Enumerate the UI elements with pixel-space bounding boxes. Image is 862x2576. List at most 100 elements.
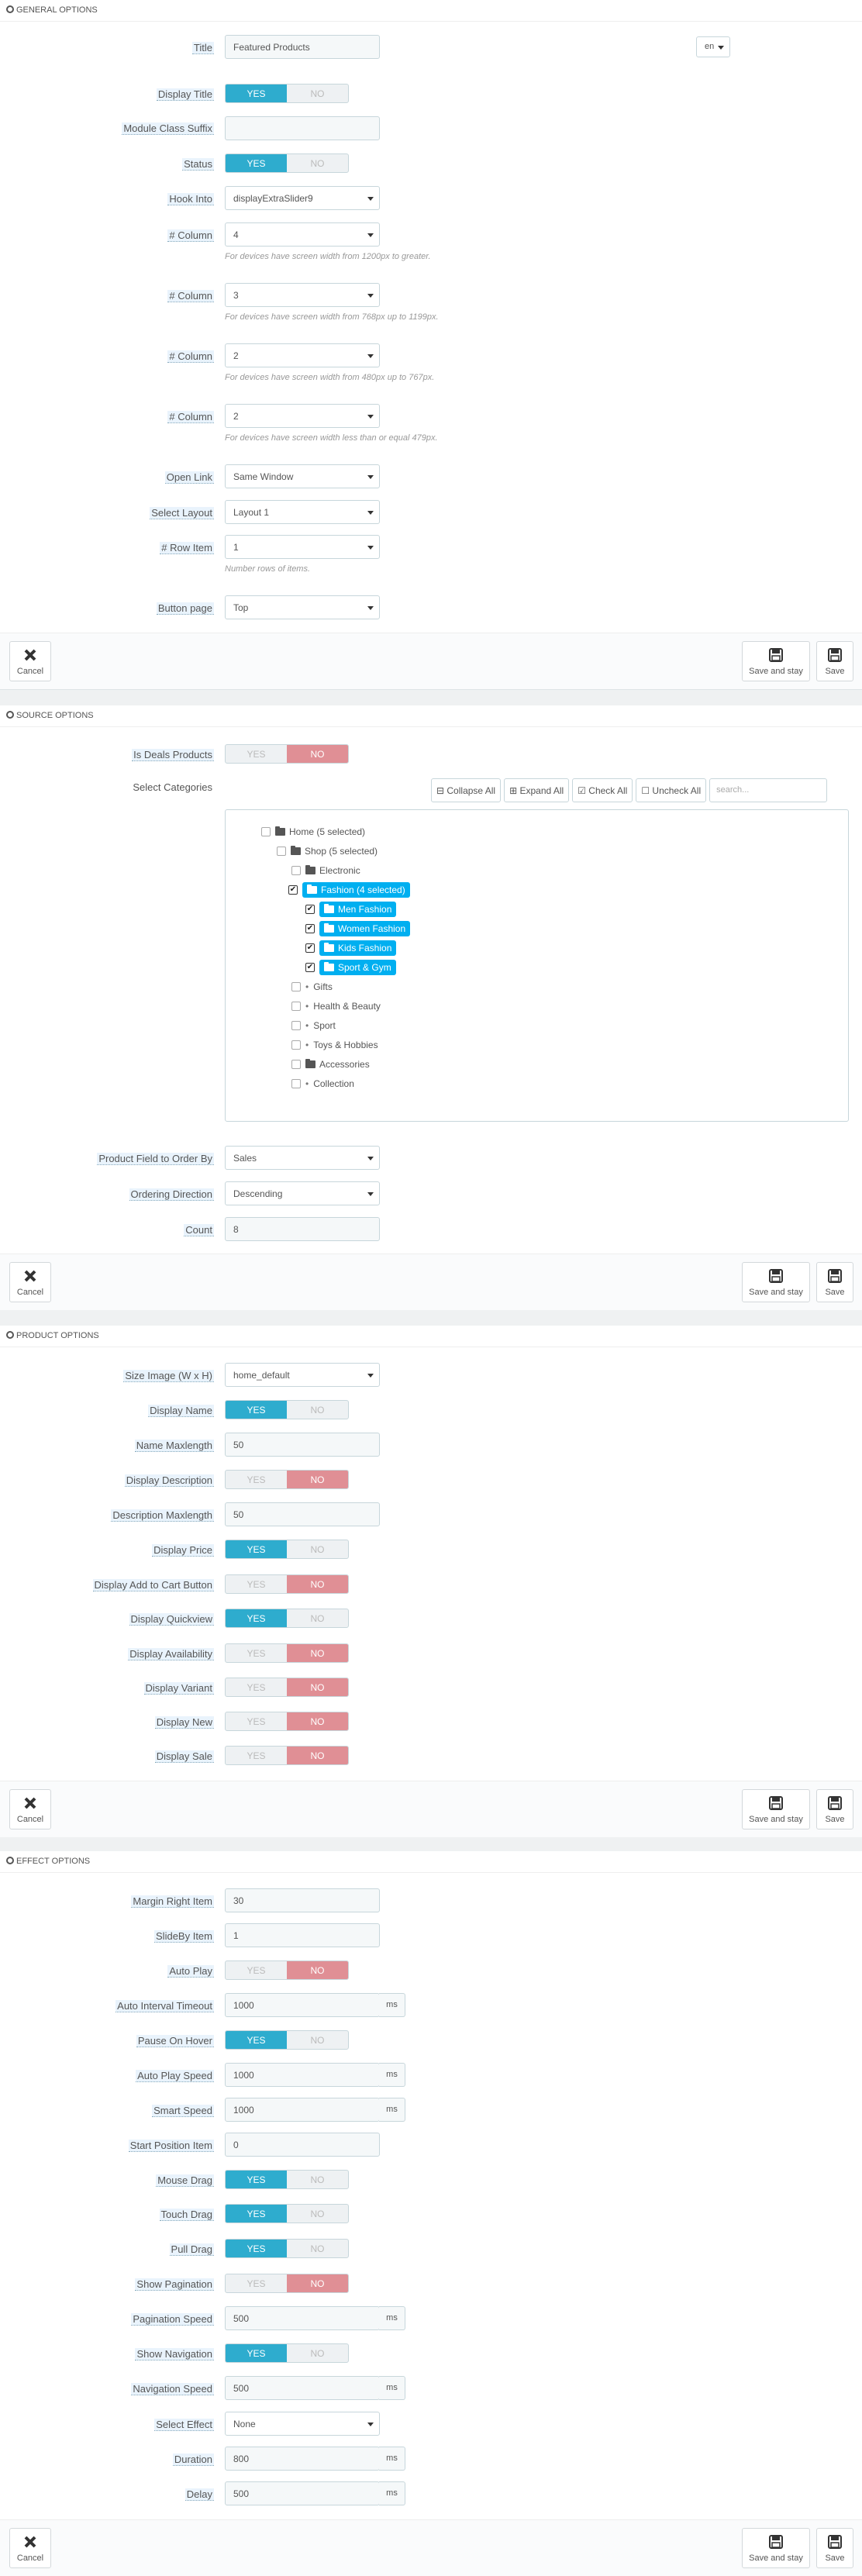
display-add-to-cart-toggle[interactable]: YES NO [225, 1574, 349, 1594]
tree-node-sport-gym[interactable]: ✔ Sport & Gym [305, 960, 396, 975]
toggle-yes[interactable]: YES [226, 2205, 287, 2223]
size-image-select[interactable]: home_default [225, 1363, 380, 1387]
display-quickview-toggle[interactable]: YES NO [225, 1609, 349, 1628]
collapse-all-button[interactable]: ⊟ Collapse All [431, 778, 502, 802]
toggle-yes[interactable]: YES [226, 1644, 287, 1662]
button-page-select[interactable]: Top [225, 595, 380, 619]
toggle-yes[interactable]: YES [226, 745, 287, 763]
toggle-yes[interactable]: YES [226, 1678, 287, 1696]
checkbox-checked[interactable]: ✔ [305, 905, 315, 914]
save-and-stay-button[interactable]: Save and stay [742, 1789, 810, 1829]
save-button[interactable]: Save [816, 1262, 853, 1302]
display-description-toggle[interactable]: YES NO [225, 1470, 349, 1489]
display-sale-toggle[interactable]: YES NO [225, 1746, 349, 1765]
toggle-no[interactable]: NO [287, 1609, 348, 1627]
row-item-select[interactable]: 1 [225, 535, 380, 559]
tree-node-sport[interactable]: • Sport [291, 1020, 336, 1031]
order-by-select[interactable]: Sales [225, 1146, 380, 1170]
save-button[interactable]: Save [816, 641, 853, 681]
show-pagination-toggle[interactable]: YES NO [225, 2274, 349, 2293]
toggle-no[interactable]: NO [287, 1575, 348, 1593]
toggle-yes[interactable]: YES [226, 1575, 287, 1593]
checkbox[interactable] [291, 866, 301, 875]
toggle-yes[interactable]: YES [226, 2031, 287, 2049]
select-effect-select[interactable]: None [225, 2412, 380, 2436]
toggle-no[interactable]: NO [287, 1747, 348, 1764]
display-availability-toggle[interactable]: YES NO [225, 1643, 349, 1663]
save-button[interactable]: Save [816, 2528, 853, 2568]
category-search-input[interactable]: search... [709, 778, 828, 802]
toggle-yes[interactable]: YES [226, 1471, 287, 1488]
toggle-yes[interactable]: YES [226, 154, 287, 172]
save-and-stay-button[interactable]: Save and stay [742, 2528, 810, 2568]
cancel-button[interactable]: Cancel [9, 641, 51, 681]
toggle-no[interactable]: NO [287, 1678, 348, 1696]
save-and-stay-button[interactable]: Save and stay [742, 1262, 810, 1302]
duration-input[interactable]: 800 [225, 2447, 380, 2471]
toggle-no[interactable]: NO [287, 1961, 348, 1979]
display-new-toggle[interactable]: YES NO [225, 1712, 349, 1731]
display-variant-toggle[interactable]: YES NO [225, 1678, 349, 1697]
uncheck-all-button[interactable]: ☐ Uncheck All [636, 778, 707, 802]
toggle-no[interactable]: NO [287, 1401, 348, 1419]
navigation-speed-input[interactable]: 500 [225, 2376, 380, 2400]
column-lg-select[interactable]: 4 [225, 222, 380, 247]
hook-into-select[interactable]: displayExtraSlider9 [225, 186, 380, 210]
toggle-no[interactable]: NO [287, 1471, 348, 1488]
display-title-toggle[interactable]: YES NO [225, 84, 349, 103]
checkbox[interactable] [291, 982, 301, 991]
checkbox-checked[interactable]: ✔ [305, 943, 315, 953]
save-and-stay-button[interactable]: Save and stay [742, 641, 810, 681]
toggle-yes[interactable]: YES [226, 1401, 287, 1419]
tree-node-home[interactable]: Home (5 selected) [261, 826, 365, 837]
toggle-yes[interactable]: YES [226, 1540, 287, 1558]
margin-right-input[interactable]: 30 [225, 1888, 380, 1912]
toggle-yes[interactable]: YES [226, 2274, 287, 2292]
toggle-yes[interactable]: YES [226, 1609, 287, 1627]
tree-node-kids-fashion[interactable]: ✔ Kids Fashion [305, 940, 397, 956]
count-input[interactable]: 8 [225, 1217, 380, 1241]
tree-node-toys-hobbies[interactable]: • Toys & Hobbies [291, 1040, 378, 1050]
toggle-yes[interactable]: YES [226, 2344, 287, 2362]
checkbox[interactable] [277, 847, 286, 856]
language-select[interactable]: en [696, 36, 730, 57]
toggle-no[interactable]: NO [287, 2205, 348, 2223]
auto-play-speed-input[interactable]: 1000 [225, 2063, 380, 2087]
checkbox[interactable] [291, 1079, 301, 1088]
checkbox[interactable] [291, 1002, 301, 1011]
tree-node-accessories[interactable]: Accessories [291, 1059, 370, 1070]
toggle-no[interactable]: NO [287, 1540, 348, 1558]
checkbox[interactable] [261, 827, 271, 836]
mouse-drag-toggle[interactable]: YES NO [225, 2170, 349, 2189]
auto-play-toggle[interactable]: YES NO [225, 1960, 349, 1980]
tree-node-collection[interactable]: • Collection [291, 1078, 354, 1089]
delay-input[interactable]: 500 [225, 2481, 380, 2505]
name-maxlength-input[interactable]: 50 [225, 1433, 380, 1457]
toggle-yes[interactable]: YES [226, 2240, 287, 2257]
checkbox-checked[interactable]: ✔ [305, 963, 315, 972]
display-price-toggle[interactable]: YES NO [225, 1540, 349, 1559]
toggle-no[interactable]: NO [287, 2274, 348, 2292]
column-xs-select[interactable]: 2 [225, 404, 380, 428]
checkbox-checked[interactable]: ✔ [288, 885, 298, 895]
ordering-direction-select[interactable]: Descending [225, 1181, 380, 1205]
checkbox[interactable] [291, 1040, 301, 1050]
toggle-yes[interactable]: YES [226, 84, 287, 102]
column-sm-select[interactable]: 2 [225, 343, 380, 367]
toggle-no[interactable]: NO [287, 2240, 348, 2257]
touch-drag-toggle[interactable]: YES NO [225, 2204, 349, 2223]
toggle-yes[interactable]: YES [226, 1747, 287, 1764]
start-position-input[interactable]: 0 [225, 2133, 380, 2157]
show-navigation-toggle[interactable]: YES NO [225, 2343, 349, 2363]
checkbox[interactable] [291, 1060, 301, 1069]
select-layout-select[interactable]: Layout 1 [225, 500, 380, 524]
pause-on-hover-toggle[interactable]: YES NO [225, 2030, 349, 2050]
checkbox-checked[interactable]: ✔ [305, 924, 315, 933]
check-all-button[interactable]: ☑ Check All [572, 778, 633, 802]
auto-interval-input[interactable]: 1000 [225, 1993, 380, 2017]
tree-node-electronic[interactable]: Electronic [291, 865, 360, 876]
toggle-yes[interactable]: YES [226, 1712, 287, 1730]
tree-node-men-fashion[interactable]: ✔ Men Fashion [305, 902, 397, 917]
open-link-select[interactable]: Same Window [225, 464, 380, 488]
pagination-speed-input[interactable]: 500 [225, 2306, 380, 2330]
